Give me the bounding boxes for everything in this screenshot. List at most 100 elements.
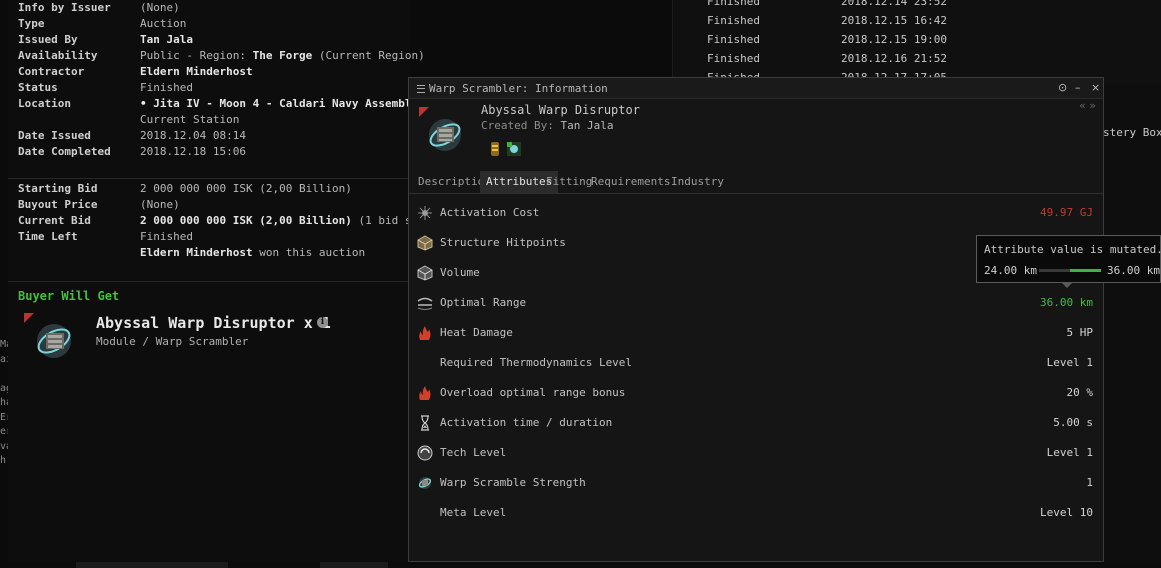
contract-details-panel: Buyer Will Get Abyssal Warp Disruptor x … <box>8 0 458 562</box>
contract-field-value: Current Station <box>140 113 239 126</box>
attribute-row[interactable]: Optimal Range 36.00 km <box>409 288 1103 318</box>
background-mystery-text: stery Box <box>1103 126 1161 139</box>
contract-field-label: Starting Bid <box>18 182 98 195</box>
heat-icon <box>419 386 431 400</box>
contract-field-main: (None) <box>140 198 180 211</box>
attribute-value: 36.00 km <box>1040 296 1093 309</box>
mutation-range-bar <box>1039 269 1101 272</box>
contract-field-label: Time Left <box>18 230 78 243</box>
contract-field-label: Date Completed <box>18 145 111 158</box>
attribute-row[interactable]: Tech Level Level 1 <box>409 438 1103 468</box>
contract-field-value: 2018.12.18 15:06 <box>140 145 246 158</box>
contract-field-label: Contractor <box>18 65 85 78</box>
attribute-value: 49.97 GJ <box>1040 206 1093 219</box>
background-right-strip <box>1103 85 1161 562</box>
item-name[interactable]: Abyssal Warp Disruptor x 1 <box>96 314 331 332</box>
attribute-name: Activation Cost <box>440 206 540 219</box>
attribute-row[interactable]: Activation time / duration 5.00 s <box>409 408 1103 438</box>
capacitor-icon <box>418 206 432 220</box>
contract-field-value: Public - Region: The Forge (Current Regi… <box>140 49 425 62</box>
attribute-value: Level 10 <box>1040 506 1093 519</box>
tooltip-arrow <box>1061 282 1073 288</box>
abyssal-module-icon[interactable] <box>506 140 522 158</box>
contract-field-main[interactable]: 2 000 000 000 ISK (2,00 Billion) <box>140 214 352 227</box>
contract-field-main: (None) <box>140 1 180 14</box>
heat-icon <box>419 326 431 340</box>
attribute-row[interactable]: Heat Damage 5 HP <box>409 318 1103 348</box>
contract-field-main[interactable]: Tan Jala <box>140 33 193 46</box>
attribute-row[interactable]: Required Thermodynamics Level Level 1 <box>409 348 1103 378</box>
history-nav-icon[interactable]: « » <box>1079 99 1096 112</box>
contract-field-label: Type <box>18 17 45 30</box>
contract-field-main: Finished <box>140 230 193 243</box>
finished-status: Finished <box>707 14 760 27</box>
attribute-row[interactable]: Meta Level Level 10 <box>409 498 1103 528</box>
contract-field-value: Tan Jala <box>140 33 193 46</box>
window-item-name: Abyssal Warp Disruptor <box>481 103 640 117</box>
mutaplasmid-icon[interactable] <box>487 140 503 158</box>
attribute-row[interactable]: Overload optimal range bonus 20 % <box>409 378 1103 408</box>
attribute-name: Activation time / duration <box>440 416 613 429</box>
contract-field-value: Eldern Minderhost <box>140 65 253 78</box>
contract-field-suffix: (Current Region) <box>312 49 425 62</box>
contract-field-main: Public - Region: <box>140 49 253 62</box>
attribute-value: 5 HP <box>1066 326 1094 339</box>
scrambler-icon <box>418 477 432 489</box>
buyer-will-get-title: Buyer Will Get <box>18 289 120 303</box>
contract-field-region[interactable]: The Forge <box>253 49 313 62</box>
contract-field-label: Issued By <box>18 33 78 46</box>
contract-field-label: Buyout Price <box>18 198 98 211</box>
attribute-name: Optimal Range <box>440 296 527 309</box>
attribute-name: Overload optimal range bonus <box>440 386 626 399</box>
contract-field-main[interactable]: Eldern Minderhost <box>140 246 253 259</box>
contract-field-value: (None) <box>140 1 180 14</box>
attribute-name: Required Thermodynamics Level <box>440 356 633 369</box>
contract-field-main: 2018.12.18 15:06 <box>140 145 246 158</box>
attribute-value: Level 1 <box>1046 446 1093 459</box>
attribute-value: Level 1 <box>1046 356 1093 369</box>
contract-field-main: Finished <box>140 81 193 94</box>
range-icon <box>417 297 433 310</box>
tab-requirements[interactable]: Requirements <box>585 171 676 193</box>
attribute-value: 1 <box>1086 476 1093 489</box>
contract-field-main: Current Station <box>140 113 240 126</box>
contract-field-value: 2018.12.04 08:14 <box>140 129 246 142</box>
window-menu-icon[interactable] <box>417 85 425 93</box>
finished-status: Finished <box>707 0 760 8</box>
window-minimize-icon[interactable]: – <box>1075 81 1081 94</box>
finished-date: 2018.12.16 21:52 <box>841 52 947 65</box>
tooltip-max: 36.00 km <box>1107 264 1160 277</box>
tab-industry[interactable]: Industry <box>665 171 730 193</box>
item-category: Module / Warp Scrambler <box>96 335 249 348</box>
contract-field-label: Location <box>18 97 71 110</box>
separator <box>8 281 410 282</box>
contract-field-value: 2 000 000 000 ISK (2,00 Billion) <box>140 182 352 195</box>
attribute-row[interactable]: Activation Cost 49.97 GJ <box>409 198 1103 228</box>
attribute-name: Meta Level <box>440 506 507 519</box>
attribute-value: 20 % <box>1066 386 1094 399</box>
window-title: Warp Scrambler: Information <box>429 82 608 95</box>
tooltip-title: Attribute value is mutated. <box>984 243 1161 256</box>
window-settings-icon[interactable]: ⊙ <box>1058 81 1067 94</box>
contract-field-suffix: won this auction <box>252 246 366 259</box>
window-close-icon[interactable]: × <box>1091 81 1100 94</box>
attribute-name: Heat Damage <box>440 326 513 339</box>
contract-field-main[interactable]: Eldern Minderhost <box>140 65 253 78</box>
finished-status: Finished <box>707 52 760 65</box>
background-finished-list: Finished 2018.12.14 23:52 Finished 2018.12.… <box>672 0 1161 85</box>
volume-icon <box>417 265 433 281</box>
contract-field-label: Info by Issuer <box>18 1 111 14</box>
warp-disruptor-icon[interactable] <box>24 313 82 365</box>
window-title-bar[interactable]: Warp Scrambler: Information ⊙ – × <box>409 78 1103 99</box>
tech-icon <box>417 445 433 461</box>
created-by-name[interactable]: Tan Jala <box>560 119 613 132</box>
attribute-name: Warp Scramble Strength <box>440 476 586 489</box>
contract-field-value: (None) <box>140 198 180 211</box>
structure-icon <box>417 235 433 251</box>
info-icon[interactable]: i <box>317 317 328 328</box>
contract-field-main: 2018.12.04 08:14 <box>140 129 246 142</box>
finished-date: 2018.12.15 19:00 <box>841 33 947 46</box>
contract-field-label: Availability <box>18 49 98 62</box>
warp-disruptor-icon <box>419 107 461 151</box>
attribute-row[interactable]: Warp Scramble Strength 1 <box>409 468 1103 498</box>
